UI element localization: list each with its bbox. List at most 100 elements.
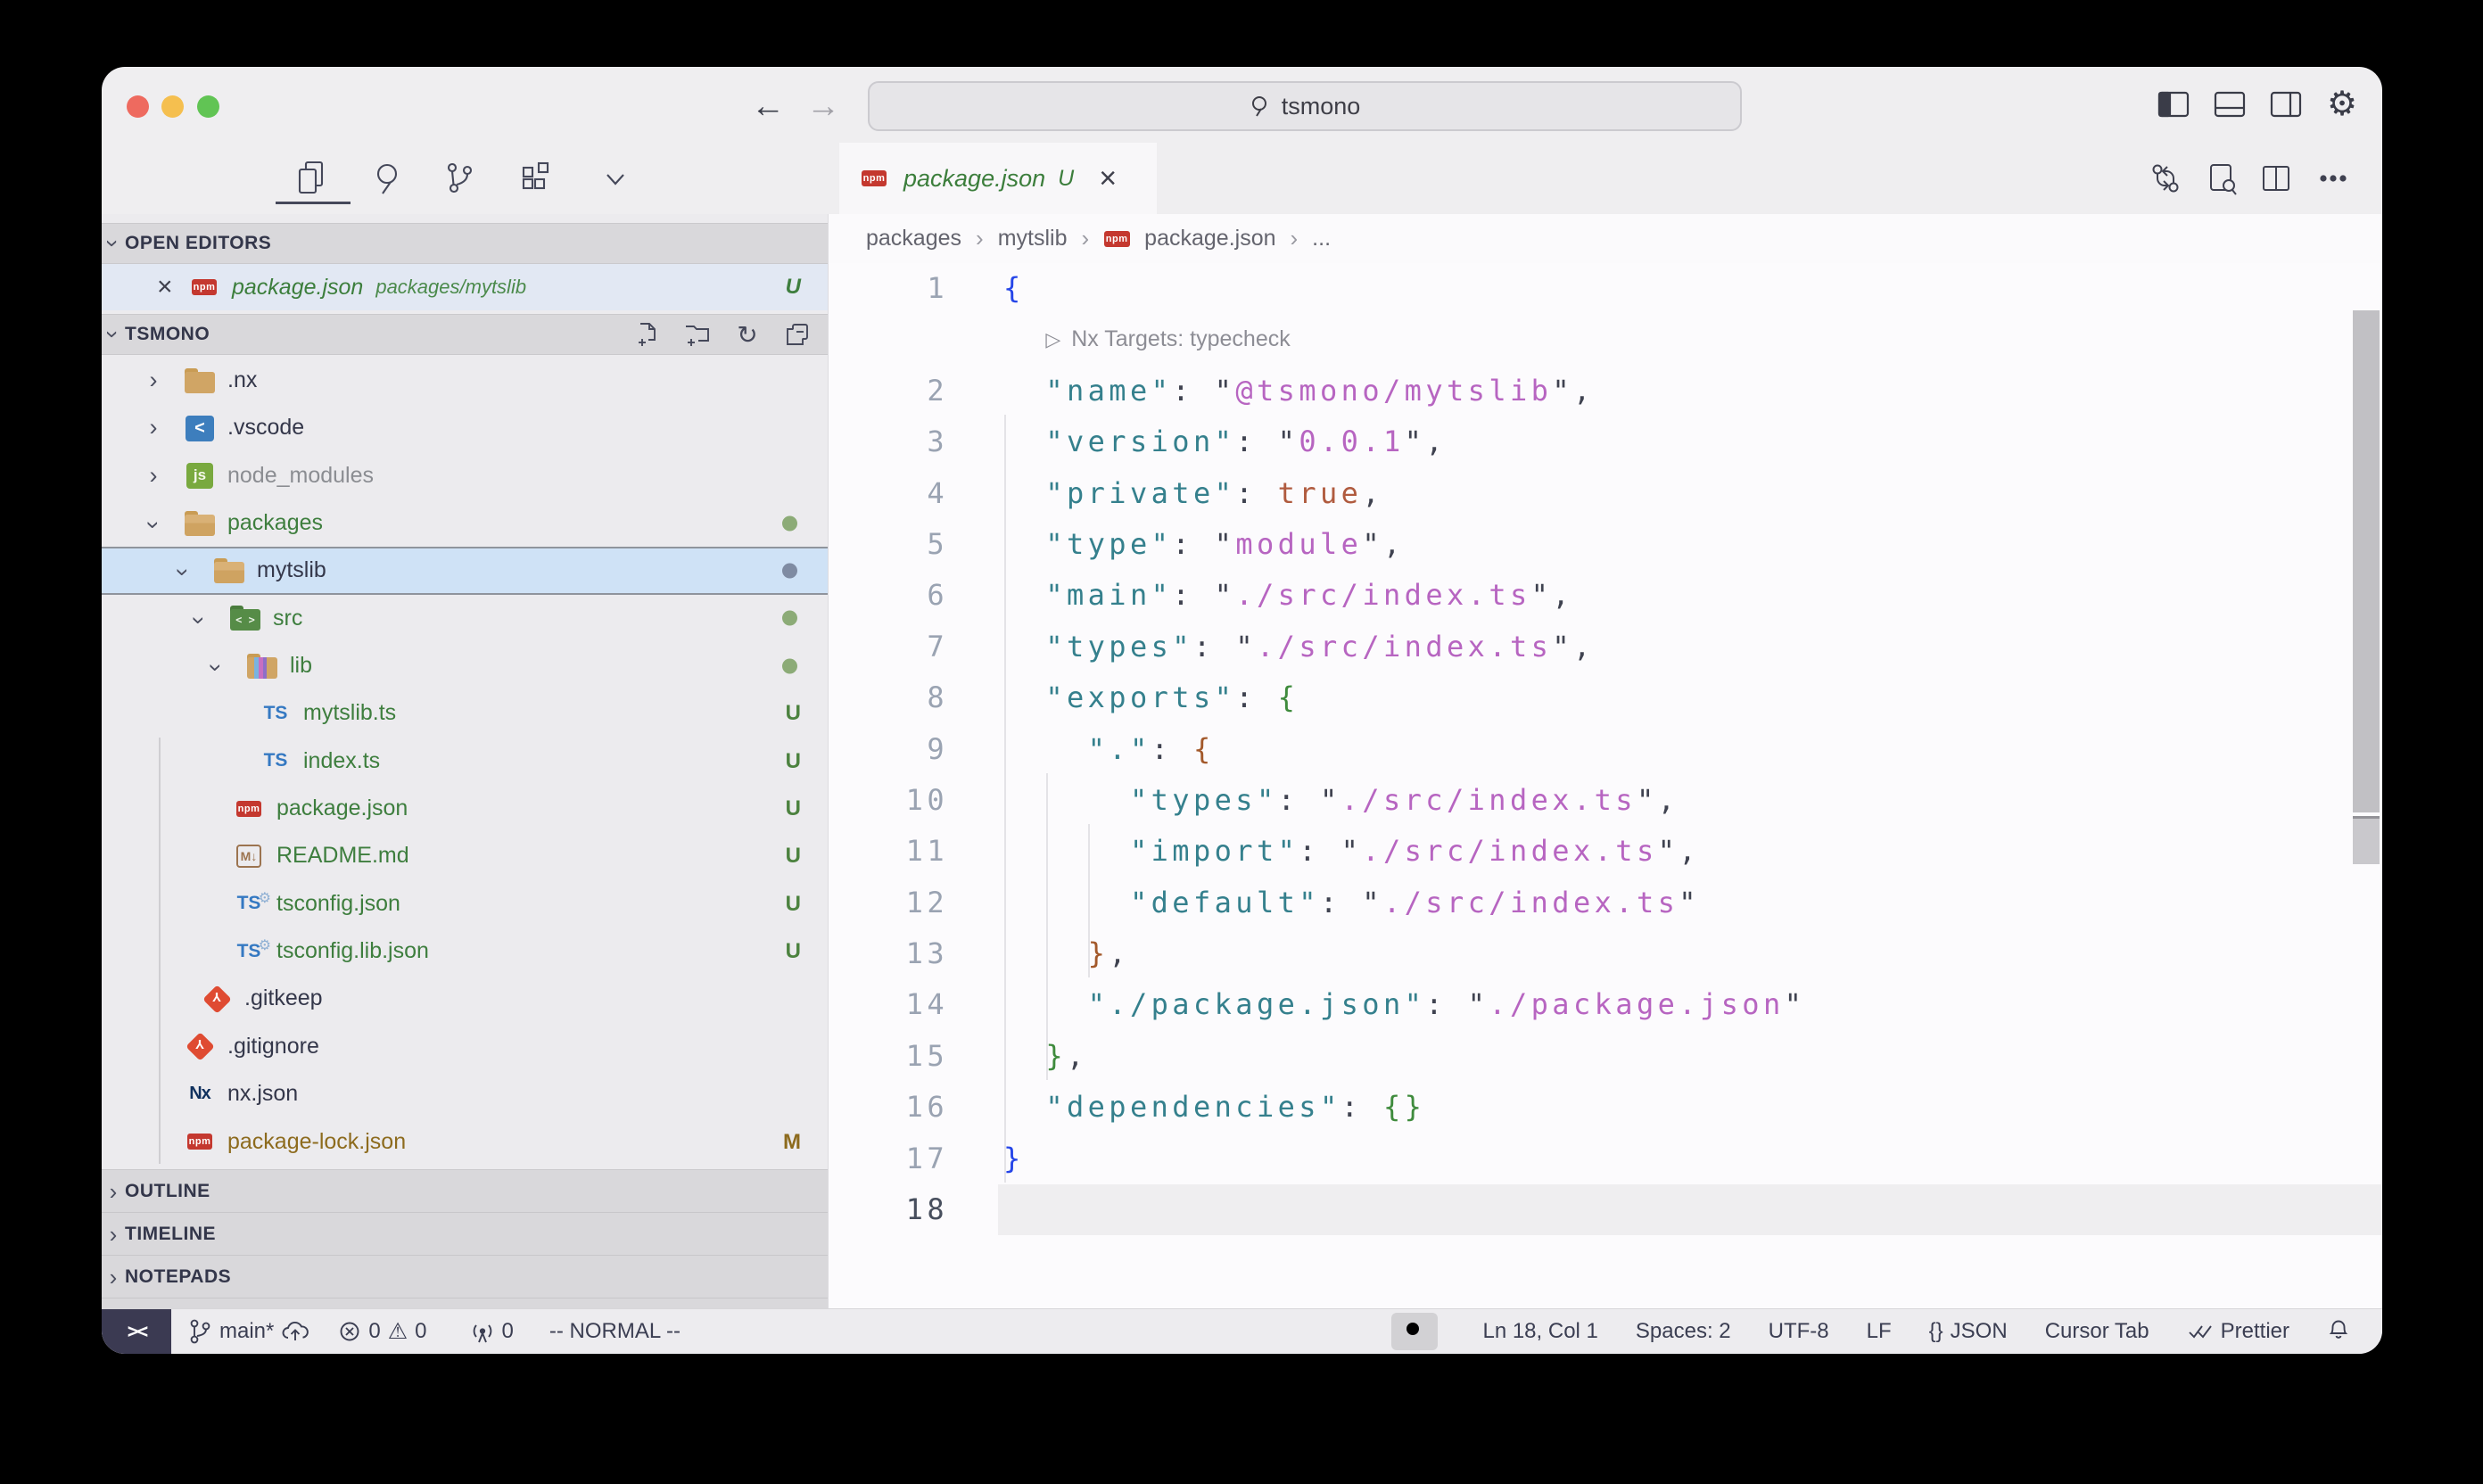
extensions-icon[interactable]: [516, 159, 555, 198]
scrollbar-thumb[interactable]: [2353, 816, 2380, 864]
tree-item-README.md[interactable]: README.mdU: [102, 832, 828, 879]
compare-changes-icon[interactable]: [2147, 161, 2184, 196]
line-number: 2: [829, 366, 948, 416]
code-line-9[interactable]: 9".": {: [829, 724, 2382, 775]
cursor-tab-indicator[interactable]: Cursor Tab: [2045, 1319, 2149, 1344]
refresh-icon[interactable]: ↻: [733, 320, 762, 349]
code-line-3[interactable]: 3"version": "0.0.1",: [829, 416, 2382, 467]
new-file-icon[interactable]: [633, 320, 662, 349]
open-editors-icon[interactable]: [292, 159, 331, 198]
search-view-icon[interactable]: [367, 159, 407, 198]
scrollbar-thumb[interactable]: [2353, 310, 2380, 812]
tree-item-mytslib[interactable]: ›mytslib: [102, 547, 828, 594]
play-icon[interactable]: ▷: [1045, 328, 1060, 350]
encoding[interactable]: UTF-8: [1769, 1319, 1829, 1344]
code-line-1[interactable]: 1{: [829, 263, 2382, 314]
toggle-primary-sidebar-icon[interactable]: [2156, 87, 2191, 122]
breadcrumb-file[interactable]: package.json: [1144, 226, 1275, 251]
zoom-indicator[interactable]: [1391, 1313, 1438, 1350]
git-branch-item[interactable]: main*: [187, 1317, 309, 1346]
breadcrumb-packages[interactable]: packages: [866, 226, 961, 251]
tree-item-nx.json[interactable]: nx.json: [102, 1070, 828, 1117]
tree-item-lib[interactable]: ›lib: [102, 642, 828, 689]
toggle-panel-icon[interactable]: [2212, 87, 2248, 122]
code-line-2[interactable]: 2"name": "@tsmono/mytslib",: [829, 366, 2382, 416]
tree-item-index.ts[interactable]: index.tsU: [102, 738, 828, 785]
new-folder-icon[interactable]: [683, 320, 712, 349]
section-outline[interactable]: › OUTLINE: [102, 1170, 828, 1213]
language-mode[interactable]: {} JSON: [1929, 1319, 2008, 1344]
tree-item-package-lock.json[interactable]: package-lock.jsonM: [102, 1118, 828, 1166]
code-line-18[interactable]: 18: [829, 1184, 2382, 1235]
code-line-12[interactable]: 12"default": "./src/index.ts": [829, 878, 2382, 928]
command-center-search[interactable]: tsmono: [868, 81, 1742, 131]
collapse-all-icon[interactable]: [783, 320, 812, 349]
more-actions-icon[interactable]: [2314, 161, 2352, 196]
toggle-secondary-sidebar-icon[interactable]: [2268, 87, 2304, 122]
codelens-nx-targets[interactable]: ▷Nx Targets: typecheck: [829, 314, 2382, 365]
search-editor-icon[interactable]: [2204, 161, 2241, 196]
tree-item-node_modules[interactable]: ›node_modules: [102, 452, 828, 499]
breadcrumb-mytslib[interactable]: mytslib: [998, 226, 1068, 251]
remote-indicator[interactable]: ><: [102, 1309, 171, 1354]
section-timeline[interactable]: › TIMELINE: [102, 1213, 828, 1256]
open-editor-item[interactable]: × package.json packages/mytslib U: [102, 264, 828, 310]
formatter-item[interactable]: Prettier: [2187, 1319, 2289, 1344]
source-control-icon[interactable]: [440, 159, 479, 198]
section-notepads[interactable]: › NOTEPADS: [102, 1256, 828, 1298]
code-line-14[interactable]: 14"./package.json": "./package.json": [829, 979, 2382, 1030]
ports-item[interactable]: 0: [470, 1318, 514, 1345]
code-line-5[interactable]: 5"type": "module",: [829, 519, 2382, 570]
code-line-8[interactable]: 8"exports": {: [829, 672, 2382, 723]
indentation[interactable]: Spaces: 2: [1636, 1319, 1731, 1344]
chevron-down-icon[interactable]: ›: [192, 656, 239, 680]
code-line-11[interactable]: 11"import": "./src/index.ts",: [829, 826, 2382, 877]
code-line-16[interactable]: 16"dependencies": {}: [829, 1082, 2382, 1133]
breadcrumb-symbol[interactable]: ...: [1312, 226, 1331, 251]
cursor-position[interactable]: Ln 18, Col 1: [1482, 1319, 1597, 1344]
chevron-right-icon[interactable]: ›: [142, 452, 165, 499]
tree-item-label: tsconfig.json: [276, 880, 400, 928]
minimize-window-button[interactable]: [161, 95, 184, 118]
workspace-header[interactable]: › TSMONO ↻: [102, 314, 828, 355]
tree-item-.gitignore[interactable]: .gitignore: [102, 1023, 828, 1070]
chevron-right-icon[interactable]: ›: [142, 404, 165, 451]
split-editor-icon[interactable]: [2257, 161, 2295, 196]
tree-item-packages[interactable]: ›packages: [102, 499, 828, 547]
code-line-17[interactable]: 17}: [829, 1134, 2382, 1184]
close-window-button[interactable]: [127, 95, 149, 118]
chevron-down-icon[interactable]: ›: [175, 608, 222, 631]
problems-item[interactable]: 0 ⚠ 0: [338, 1319, 426, 1344]
code-line-10[interactable]: 10"types": "./src/index.ts",: [829, 775, 2382, 826]
code-line-15[interactable]: 15},: [829, 1031, 2382, 1082]
tree-item-.nx[interactable]: ›.nx: [102, 357, 828, 404]
code-line-6[interactable]: 6"main": "./src/index.ts",: [829, 570, 2382, 621]
code-line-7[interactable]: 7"types": "./src/index.ts",: [829, 622, 2382, 672]
tab-package-json[interactable]: package.json U ×: [839, 143, 1157, 214]
tree-item-mytslib.ts[interactable]: mytslib.tsU: [102, 689, 828, 737]
tree-item-tsconfig.lib.json[interactable]: tsconfig.lib.jsonU: [102, 928, 828, 975]
code-line-13[interactable]: 13},: [829, 928, 2382, 979]
tree-item-src[interactable]: ›src: [102, 595, 828, 642]
code-line-4[interactable]: 4"private": true,: [829, 468, 2382, 519]
chevron-right-icon[interactable]: ›: [142, 357, 165, 404]
tree-item-.vscode[interactable]: ›.vscode: [102, 404, 828, 451]
history-back-icon[interactable]: ←: [751, 87, 785, 126]
eol[interactable]: LF: [1867, 1319, 1892, 1344]
tree-item-package.json[interactable]: package.jsonU: [102, 785, 828, 832]
token: "main": [1045, 578, 1172, 612]
chevron-down-icon[interactable]: ›: [129, 514, 177, 537]
code-area[interactable]: 1{▷Nx Targets: typecheck2"name": "@tsmon…: [829, 263, 2382, 1235]
tab-close-icon[interactable]: ×: [1099, 165, 1117, 192]
token: :: [1193, 630, 1235, 664]
history-forward-icon[interactable]: →: [806, 87, 840, 126]
notifications-bell-icon[interactable]: [2327, 1316, 2350, 1348]
settings-gear-icon[interactable]: ⚙: [2324, 87, 2360, 122]
zoom-window-button[interactable]: [197, 95, 219, 118]
chevron-down-icon[interactable]: ›: [159, 561, 206, 584]
open-editors-header[interactable]: › OPEN EDITORS: [102, 223, 828, 264]
chevron-down-icon[interactable]: [596, 159, 635, 198]
tree-item-.gitkeep[interactable]: .gitkeep: [102, 975, 828, 1022]
close-editor-icon[interactable]: ×: [157, 272, 173, 302]
tree-item-tsconfig.json[interactable]: tsconfig.jsonU: [102, 880, 828, 928]
